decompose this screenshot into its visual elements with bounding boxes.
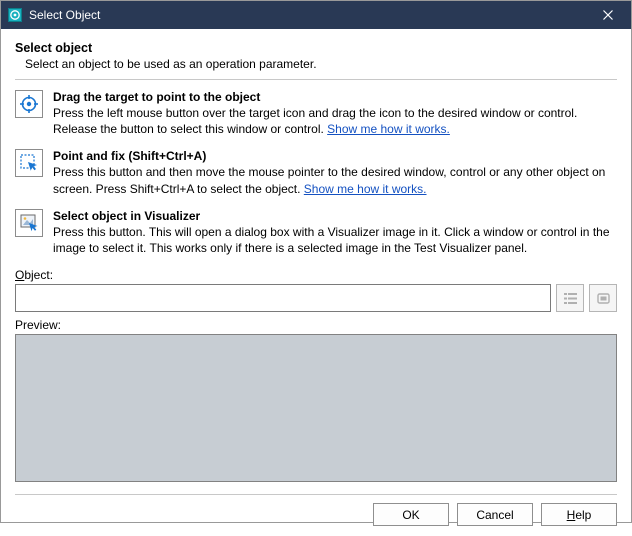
object-input[interactable] xyxy=(15,284,551,312)
titlebar: Select Object xyxy=(1,1,631,29)
app-icon xyxy=(7,7,23,23)
method-drag-target: Drag the target to point to the object P… xyxy=(15,90,617,137)
method-desc: Press this button. This will open a dial… xyxy=(53,224,617,256)
dialog-heading: Select object xyxy=(15,41,617,55)
object-list-button[interactable] xyxy=(556,284,584,312)
dialog-buttons: OK Cancel Help xyxy=(1,503,631,536)
target-button[interactable] xyxy=(15,90,43,118)
object-highlight-button[interactable] xyxy=(589,284,617,312)
close-button[interactable] xyxy=(587,1,629,29)
point-and-fix-button[interactable] xyxy=(15,149,43,177)
object-label: Object: xyxy=(15,268,53,282)
preview-box xyxy=(15,334,617,482)
highlight-icon xyxy=(596,291,611,306)
method-visualizer: Select object in Visualizer Press this b… xyxy=(15,209,617,256)
show-me-link[interactable]: Show me how it works. xyxy=(327,122,450,136)
method-desc: Press this button and then move the mous… xyxy=(53,164,617,196)
close-icon xyxy=(603,10,613,20)
show-me-link[interactable]: Show me how it works. xyxy=(304,182,427,196)
method-desc: Press the left mouse button over the tar… xyxy=(53,105,617,137)
dialog-subheading: Select an object to be used as an operat… xyxy=(25,57,617,71)
method-title: Point and fix (Shift+Ctrl+A) xyxy=(53,149,617,163)
visualizer-icon xyxy=(20,214,38,232)
separator xyxy=(15,79,617,80)
target-icon xyxy=(20,95,38,113)
list-icon xyxy=(563,291,578,306)
point-and-fix-icon xyxy=(20,154,38,172)
bottom-separator xyxy=(15,494,617,495)
method-title: Drag the target to point to the object xyxy=(53,90,617,104)
preview-label: Preview: xyxy=(15,318,617,332)
method-title: Select object in Visualizer xyxy=(53,209,617,223)
method-point-and-fix: Point and fix (Shift+Ctrl+A) Press this … xyxy=(15,149,617,196)
visualizer-button[interactable] xyxy=(15,209,43,237)
window-title: Select Object xyxy=(29,8,587,22)
